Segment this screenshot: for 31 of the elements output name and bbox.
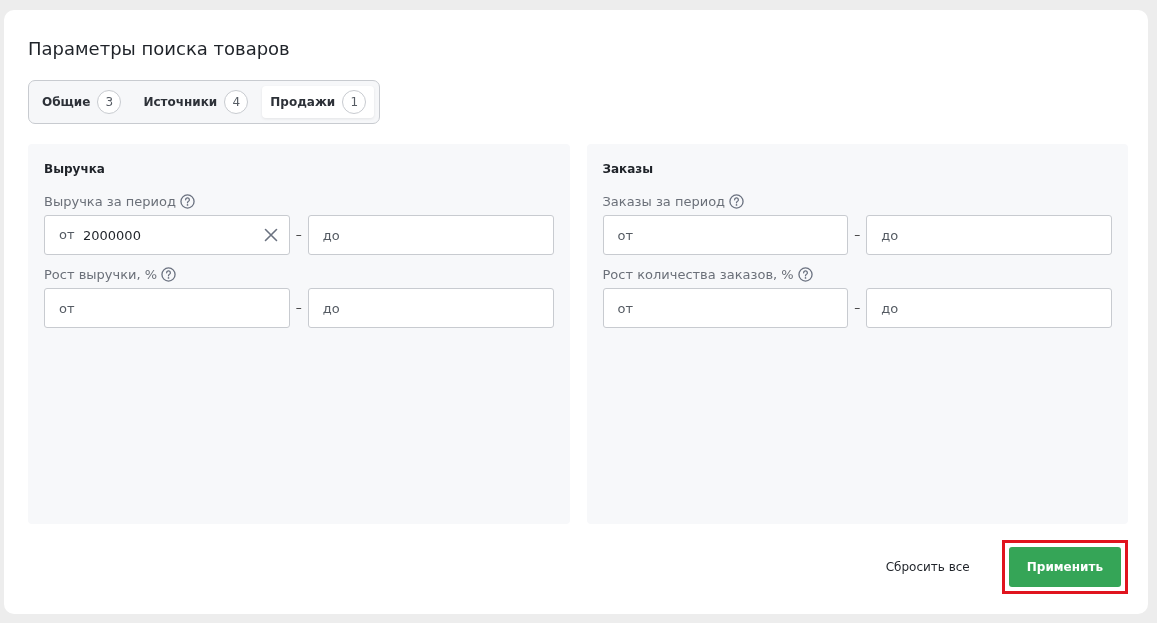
dialog-title: Параметры поиска товаров: [28, 38, 291, 59]
input-field[interactable]: от: [44, 288, 290, 328]
count-badge: 4: [224, 90, 249, 114]
input-field[interactable]: до: [307, 288, 554, 328]
field-label: Рост количества заказов, %: [602, 267, 794, 282]
field-label: Заказы за период: [602, 194, 726, 209]
help-icon[interactable]: [179, 194, 195, 209]
tab[interactable]: Общие 3: [34, 86, 130, 118]
range-separator: –: [294, 301, 303, 315]
panel-heading: Заказы: [602, 162, 655, 176]
reset-button[interactable]: Сбросить все: [873, 552, 982, 582]
tab[interactable]: Продажи 1: [262, 86, 375, 118]
range-separator: –: [294, 228, 303, 242]
input-field[interactable]: до: [866, 288, 1112, 328]
panel-heading: Выручка: [44, 162, 106, 176]
input-field[interactable]: до: [866, 215, 1112, 255]
count-badge: 3: [97, 90, 122, 114]
field-label: Выручка за период: [44, 194, 176, 209]
input-field[interactable]: от: [602, 288, 849, 328]
range-separator: –: [853, 228, 862, 242]
input-field[interactable]: от: [602, 215, 849, 255]
input-prefix: от: [59, 227, 75, 243]
field-label: Рост выручки, %: [44, 267, 158, 282]
range-separator: –: [853, 301, 862, 315]
count-badge: 1: [342, 90, 367, 114]
help-icon[interactable]: [161, 267, 177, 282]
help-icon[interactable]: [729, 194, 745, 209]
help-icon[interactable]: [797, 267, 813, 282]
clear-icon[interactable]: [263, 228, 278, 242]
tab[interactable]: Источники 4: [135, 86, 257, 118]
input-field[interactable]: до: [307, 215, 554, 255]
